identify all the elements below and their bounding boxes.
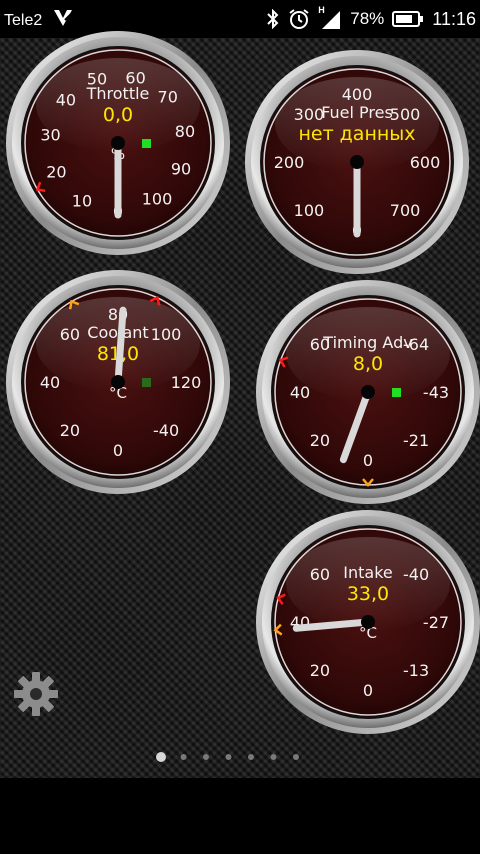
tick-label: 40 (56, 90, 76, 109)
needle-hub (350, 155, 364, 169)
gauge-value: 0,0 (103, 104, 133, 126)
tick-label: 500 (390, 105, 421, 124)
tick-label: 600 (410, 153, 441, 172)
tick-label: 100 (142, 190, 173, 209)
page-dot[interactable] (156, 752, 166, 762)
tick-label: -21 (403, 431, 429, 450)
page-dot[interactable] (180, 754, 187, 760)
tick-label: 90 (171, 159, 191, 178)
tick-label: 80 (175, 122, 195, 141)
tick-label: 120 (171, 373, 202, 392)
gauge-intake[interactable]: 0204060 -40-27-13Intake33,0°C (256, 510, 480, 734)
tick-label: 200 (274, 153, 305, 172)
gauge-value: 33,0 (347, 583, 389, 605)
tick-label: 400 (342, 85, 373, 104)
tick-label: 60 (310, 565, 330, 584)
gauge-timing-adv[interactable]: 0204060-64-43-21Timing Adv8,0° (256, 280, 480, 504)
tick-label: -40 (403, 565, 429, 584)
tick-label: 40 (290, 383, 310, 402)
tick-label: 40 (40, 373, 60, 392)
tick-label: 0 (363, 451, 373, 470)
page-dot[interactable] (293, 754, 299, 760)
status-indicator (392, 388, 401, 397)
gauge-value: 8,0 (353, 353, 383, 375)
status-indicator (142, 139, 151, 148)
tick-label: 70 (158, 88, 178, 107)
page-dot[interactable] (248, 754, 254, 760)
tick-label: 700 (390, 201, 421, 220)
tick-label: -40 (153, 421, 179, 440)
tick-label: 10 (72, 192, 92, 211)
gauge-value: нет данных (298, 123, 415, 145)
gauge-throttle[interactable]: 0102030405060708090100Throttle0,0% (6, 31, 230, 255)
gauge-label: Timing Adv (322, 333, 412, 352)
needle-hub (111, 375, 125, 389)
page-dot[interactable] (203, 754, 209, 760)
tick-label: -27 (423, 613, 449, 632)
tick-label: 20 (310, 431, 330, 450)
gauge-label: Fuel Pres (321, 103, 393, 122)
page-indicator[interactable] (0, 750, 480, 764)
status-indicator (142, 378, 151, 387)
needle-hub (111, 136, 125, 150)
tick-label: -43 (423, 383, 449, 402)
tick-label: 30 (40, 126, 60, 145)
page-dot[interactable] (270, 754, 277, 760)
navigation-bar (0, 778, 480, 854)
gauge-panel: 0102030405060708090100Throttle0,0%010020… (0, 0, 480, 734)
needle-hub (361, 615, 375, 629)
tick-label: 0 (113, 441, 123, 460)
page-dot[interactable] (225, 754, 232, 760)
tick-label: 800 (0, 0, 15, 4)
tick-label: 0 (363, 681, 373, 700)
gauge-label: Throttle (86, 84, 150, 103)
tick-label: 60 (60, 325, 80, 344)
needle-hub (361, 385, 375, 399)
gauge-coolant[interactable]: 020406080100120-40Coolant81,0°C (6, 270, 230, 494)
settings-gear-icon[interactable] (12, 670, 60, 718)
tick-label: 100 (151, 325, 182, 344)
gauge-label: Intake (343, 563, 392, 582)
tick-label: 300 (294, 105, 325, 124)
tick-label: 20 (310, 661, 330, 680)
tick-label: 20 (46, 163, 66, 182)
tick-label: 20 (60, 421, 80, 440)
tick-label: 100 (294, 201, 325, 220)
tick-label: -13 (403, 661, 429, 680)
